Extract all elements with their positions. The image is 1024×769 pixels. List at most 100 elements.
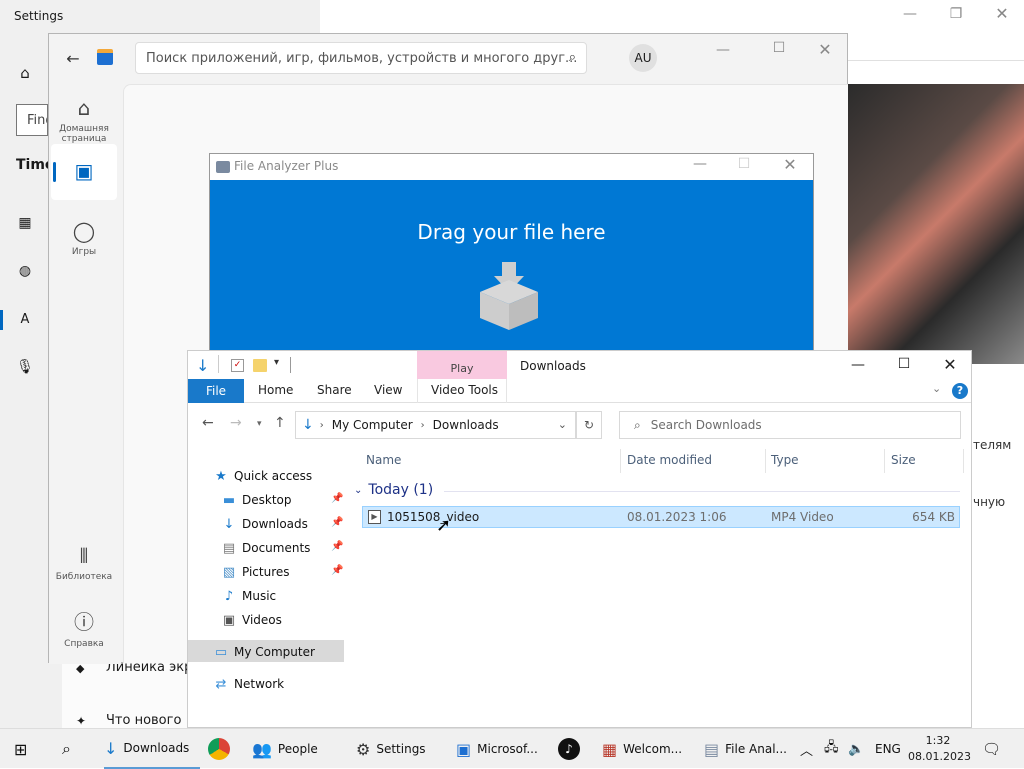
new-folder-icon[interactable] [253, 359, 267, 372]
pin-icon[interactable]: 📌 [331, 493, 343, 504]
table-row[interactable]: ▶ 1051508_video 08.01.2023 1:06 MP4 Vide… [362, 506, 960, 528]
language-icon[interactable]: A [14, 308, 36, 330]
explorer-search-input[interactable]: ⌕ Search Downloads [619, 411, 961, 439]
nav-pictures[interactable]: ▧ Pictures [220, 560, 290, 584]
back-arrow-icon[interactable]: ← [63, 46, 83, 70]
file-type: MP4 Video [771, 510, 834, 524]
column-date-modified[interactable]: Date modified [627, 453, 712, 467]
ribbon-expand-icon[interactable]: ⌄ [932, 382, 941, 395]
taskbar-tiktok[interactable]: ♪ [558, 729, 590, 769]
properties-icon[interactable]: ✓ [231, 359, 244, 372]
taskbar-downloads[interactable]: ↓ Downloads [104, 729, 200, 769]
rail-item-library[interactable]: ⫴ Библиотека [51, 544, 117, 582]
group-header-today[interactable]: ⌄ Today (1) [354, 482, 433, 498]
taskbar: ⊞ ⌕ ↓ Downloads 👥 People ⚙ Settings ▣ Micros… [0, 728, 1024, 769]
chevron-down-icon[interactable]: ⌄ [558, 418, 567, 431]
tab-share[interactable]: Share [317, 383, 352, 397]
column-name[interactable]: Name [366, 453, 401, 467]
pin-icon[interactable]: 📌 [331, 541, 343, 552]
explorer-title: Downloads [520, 359, 586, 373]
microphone-icon[interactable]: 🎙 [14, 356, 36, 378]
column-separator[interactable] [765, 449, 766, 473]
breadcrumb-downloads[interactable]: Downloads [433, 418, 499, 432]
nav-documents[interactable]: ▤ Documents [220, 536, 311, 560]
rail-item-games[interactable]: ◯ Игры [51, 219, 117, 257]
pin-icon[interactable]: 📌 [331, 565, 343, 576]
nav-network[interactable]: ⇄ Network [212, 672, 285, 696]
search-icon[interactable]: ⌕ [569, 50, 576, 65]
recent-locations-icon[interactable]: ▾ [257, 419, 262, 429]
pin-icon[interactable]: 📌 [331, 517, 343, 528]
star-icon: ★ [215, 468, 227, 484]
settings-close-button[interactable]: ✕ [984, 4, 1020, 23]
taskbar-welcome[interactable]: ▦ Welcom... [602, 729, 694, 769]
download-arrow-icon: ↓ [223, 516, 235, 532]
explorer-close-button[interactable]: ✕ [932, 355, 968, 374]
search-button[interactable]: ⌕ [62, 729, 84, 769]
taskbar-file-analyzer[interactable]: ▤ File Anal... [704, 729, 796, 769]
globe-icon[interactable]: ◍ [14, 260, 36, 282]
address-bar[interactable]: ↓ › My Computer › Downloads ⌄ [295, 411, 576, 439]
fa-maximize-button[interactable]: ☐ [726, 156, 762, 172]
network-icon: ⇄ [215, 676, 227, 692]
nav-music[interactable]: ♪ Music [220, 584, 276, 608]
network-icon[interactable]: 🖧 [824, 729, 839, 769]
help-icon[interactable]: ? [952, 383, 968, 399]
start-button[interactable]: ⊞ [14, 729, 36, 769]
gamepad-icon: ◯ [72, 219, 96, 243]
breadcrumb-my-computer[interactable]: My Computer [332, 418, 413, 432]
tab-video-tools[interactable]: Video Tools [431, 383, 498, 397]
settings-minimize-button[interactable]: — [892, 6, 928, 22]
column-separator[interactable] [620, 449, 621, 473]
rail-item-home[interactable]: ⌂ Домашняя страница [51, 96, 117, 144]
file-analyzer-window: File Analyzer Plus — ☐ ✕ Drag your file … [209, 153, 814, 363]
column-separator[interactable] [963, 449, 964, 473]
language-indicator[interactable]: ENG [875, 729, 901, 769]
up-arrow-icon[interactable]: ↑ [274, 415, 286, 431]
store-minimize-button[interactable]: — [705, 42, 741, 58]
nav-my-computer[interactable]: ▭ My Computer [212, 640, 315, 664]
avatar[interactable]: AU [629, 44, 657, 72]
video-file-icon: ▶ [368, 510, 381, 524]
column-separator[interactable] [884, 449, 885, 473]
store-search-input[interactable]: Поиск приложений, игр, фильмов, устройст… [135, 42, 587, 74]
settings-maximize-button[interactable]: ❐ [938, 6, 974, 22]
calendar-clock-icon[interactable]: ▦ [14, 212, 36, 234]
store-maximize-button[interactable]: ☐ [761, 40, 797, 56]
forward-arrow-icon[interactable]: → [230, 415, 242, 431]
notification-icon[interactable]: 🗨 [982, 729, 1001, 769]
tab-file[interactable]: File [188, 379, 244, 403]
settings-find-input[interactable]: Find [16, 104, 48, 136]
tab-home[interactable]: Home [258, 383, 293, 397]
play-context-tab[interactable]: Play [417, 351, 507, 379]
refresh-button[interactable]: ↻ [576, 411, 602, 439]
store-close-button[interactable]: ✕ [807, 40, 843, 59]
volume-icon[interactable]: 🔈 [848, 729, 864, 769]
explorer-minimize-button[interactable]: — [840, 357, 876, 373]
qat-dropdown-icon[interactable]: ▾ [274, 357, 279, 368]
settings-item-whats-new[interactable]: Что нового [106, 713, 181, 728]
chevron-right-icon: › [319, 419, 324, 431]
column-size[interactable]: Size [891, 453, 916, 467]
nav-desktop[interactable]: ▬ Desktop [220, 488, 292, 512]
clock[interactable]: 1:32 08.01.2023 [908, 733, 971, 765]
taskbar-people[interactable]: 👥 People [252, 729, 346, 769]
fa-minimize-button[interactable]: — [682, 156, 718, 172]
taskbar-microsoft-store[interactable]: ▣ Microsof... [456, 729, 546, 769]
fa-close-button[interactable]: ✕ [772, 155, 808, 174]
nav-downloads[interactable]: ↓ Downloads [220, 512, 308, 536]
rail-item-apps[interactable]: ▣ [51, 144, 117, 200]
rail-item-help[interactable]: ⓘ Справка [51, 606, 117, 649]
nav-videos[interactable]: ▣ Videos [220, 608, 282, 632]
taskbar-chrome[interactable] [208, 729, 240, 769]
welcome-icon: ▦ [602, 739, 618, 759]
tab-view[interactable]: View [374, 383, 402, 397]
nav-quick-access[interactable]: ★ Quick access [212, 464, 312, 488]
home-icon[interactable]: ⌂ [14, 62, 36, 84]
column-type[interactable]: Type [771, 453, 799, 467]
taskbar-settings[interactable]: ⚙ Settings [356, 729, 446, 769]
back-arrow-icon[interactable]: ← [202, 415, 214, 431]
explorer-maximize-button[interactable]: ☐ [886, 356, 922, 372]
drop-box-icon[interactable] [476, 262, 542, 332]
tray-overflow-chevron-up-icon[interactable]: ︿ [800, 729, 813, 769]
